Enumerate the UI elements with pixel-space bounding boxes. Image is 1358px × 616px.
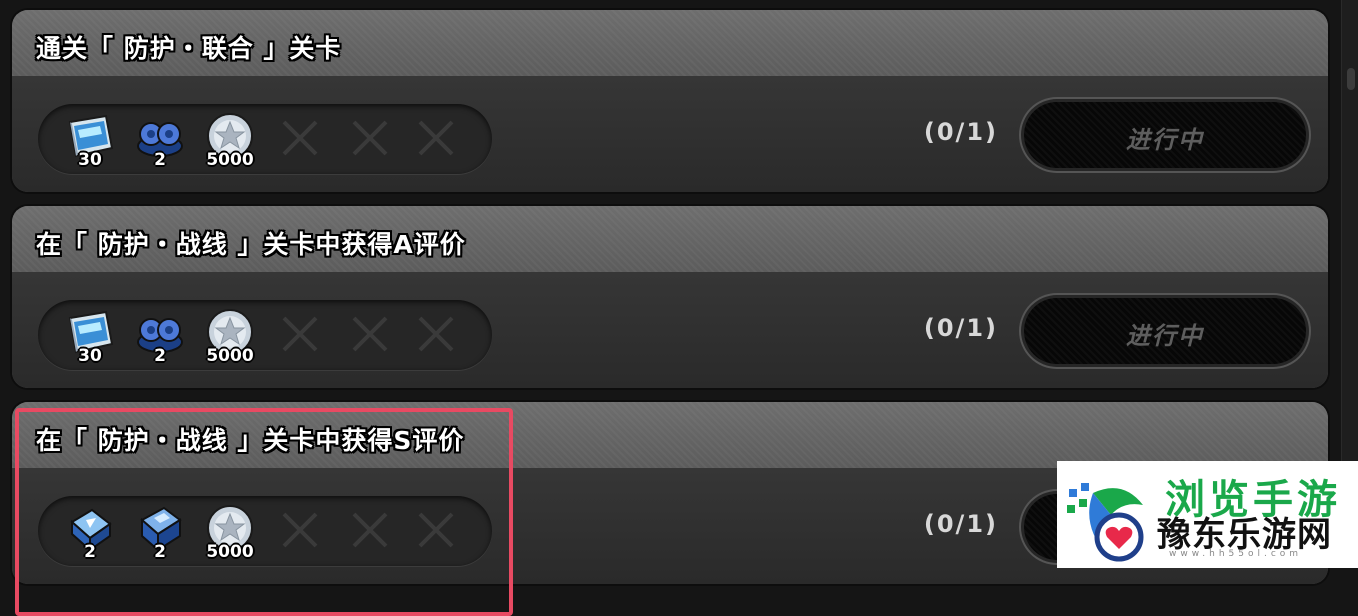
watermark: 浏览手游 豫东乐游网 www.hh55ol.com	[1057, 461, 1358, 568]
reward-quantity: 2	[154, 150, 166, 170]
reward-quantity: 2	[154, 346, 166, 366]
reward-quantity: 30	[78, 150, 102, 170]
empty-slot-icon	[352, 120, 388, 156]
reward-quantity: 5000	[206, 150, 254, 170]
status-button[interactable]: 进行中	[1024, 298, 1306, 364]
reward-quantity: 30	[78, 346, 102, 366]
empty-slot-icon	[418, 316, 454, 352]
status-button[interactable]: 进行中	[1024, 102, 1306, 168]
mission-header: 在「 防护・战线 」关卡中获得A评价	[12, 206, 1328, 274]
mission-progress: (0/1)	[923, 510, 998, 538]
mission-title: 通关「 防护・联合 」关卡	[36, 34, 342, 63]
reward-item[interactable]: 5000	[202, 110, 258, 170]
mission-card: 通关「 防护・联合 」关卡 30 2 5000 (0/1) 进行中	[12, 10, 1328, 192]
site-logo-icon	[1067, 483, 1144, 562]
mission-card: 在「 防护・战线 」关卡中获得A评价 30 2 5000 (0/1) 进行中	[12, 206, 1328, 388]
reward-tray: 30 2 5000	[38, 300, 492, 370]
mission-body: 30 2 5000 (0/1) 进行中	[12, 76, 1328, 192]
empty-slot-icon	[352, 316, 388, 352]
mission-body: 30 2 5000 (0/1) 进行中	[12, 272, 1328, 388]
watermark-url: www.hh55ol.com	[1169, 549, 1303, 559]
mission-progress: (0/1)	[923, 314, 998, 342]
empty-slot-icon	[418, 120, 454, 156]
empty-slot-icon	[282, 316, 318, 352]
status-label: 进行中	[1126, 126, 1204, 154]
scrollbar-thumb[interactable]	[1347, 68, 1355, 90]
reward-quantity: 5000	[206, 346, 254, 366]
status-label: 进行中	[1126, 322, 1204, 350]
reward-item[interactable]: 5000	[202, 306, 258, 366]
highlight-box	[15, 408, 513, 616]
reward-tray: 30 2 5000	[38, 104, 492, 174]
mission-title: 在「 防护・战线 」关卡中获得A评价	[36, 230, 466, 259]
mission-header: 通关「 防护・联合 」关卡	[12, 10, 1328, 78]
empty-slot-icon	[282, 120, 318, 156]
mission-progress: (0/1)	[923, 118, 998, 146]
reward-item[interactable]: 30	[62, 110, 118, 170]
reward-item[interactable]: 2	[132, 306, 188, 366]
reward-item[interactable]: 30	[62, 306, 118, 366]
reward-item[interactable]: 2	[132, 110, 188, 170]
